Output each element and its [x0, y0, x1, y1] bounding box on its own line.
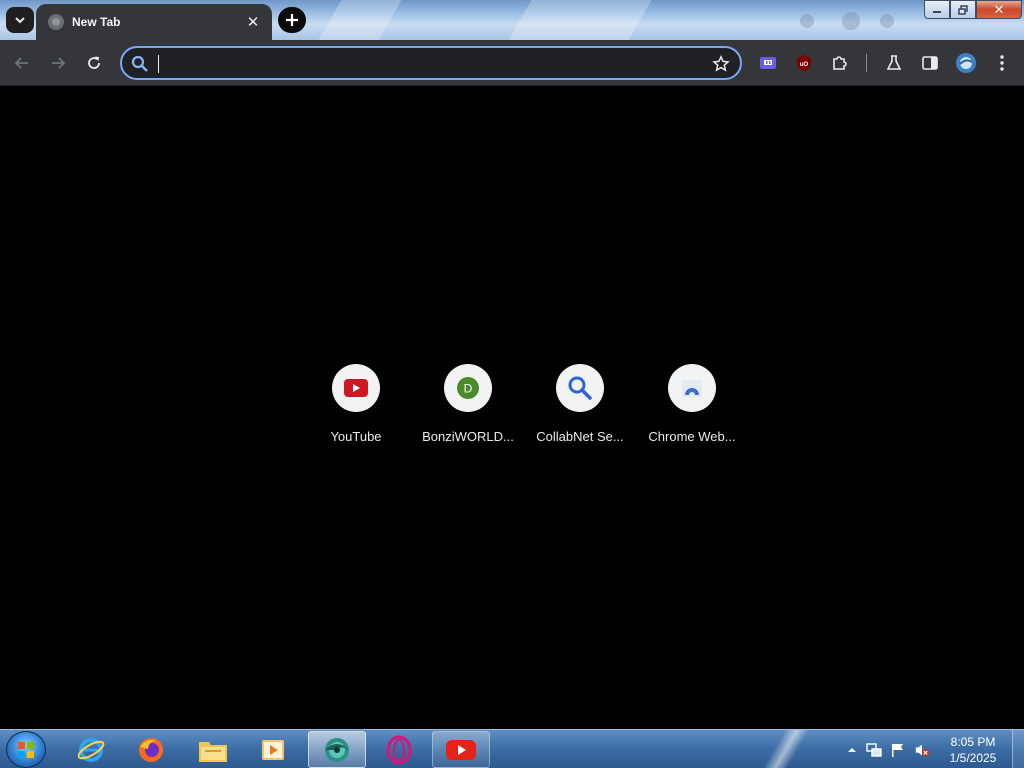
window-controls: ✕: [924, 0, 1022, 19]
profile-button[interactable]: [954, 51, 978, 75]
file-explorer-icon: [199, 741, 227, 762]
show-hidden-icons-button[interactable]: [844, 742, 860, 758]
extension-ublock-icon: uO: [797, 55, 811, 71]
tab-new-tab[interactable]: New Tab ✕: [36, 4, 272, 40]
speaker-muted-icon: [915, 744, 930, 757]
forward-button[interactable]: [44, 49, 72, 77]
labs-button[interactable]: [882, 51, 906, 75]
side-panel-icon: [922, 56, 938, 70]
side-panel-button[interactable]: [918, 51, 942, 75]
clock-time: 8:05 PM: [950, 735, 996, 749]
search-icon: [131, 55, 148, 72]
extensions-puzzle-icon: [833, 56, 847, 70]
opera-icon: [386, 735, 412, 764]
forward-arrow-icon: [52, 57, 66, 69]
shortcut-tile: D: [444, 364, 492, 412]
labs-flask-icon: [886, 55, 902, 70]
show-desktop-button[interactable]: [1012, 730, 1024, 768]
taskbar-file-explorer[interactable]: [184, 731, 242, 768]
profile-avatar-icon: [956, 53, 976, 73]
window-titlebar: New Tab ✕ ✕: [0, 0, 1024, 40]
bookmark-button[interactable]: [710, 53, 732, 75]
new-tab-page: YouTube D BonziWORLD... CollabNet Se... …: [0, 87, 1024, 729]
shortcut-tile: [332, 364, 380, 412]
globe-icon: [48, 14, 64, 30]
background-icon: [842, 12, 860, 30]
taskbar-chrome[interactable]: [308, 731, 366, 768]
aero-glass-streak: [318, 0, 402, 40]
back-arrow-icon: [14, 57, 28, 69]
shortcut-label: CollabNet Se...: [536, 429, 624, 444]
network-tray-button[interactable]: [866, 742, 882, 758]
shortcut-youtube[interactable]: YouTube: [300, 364, 412, 444]
extensions-button[interactable]: [828, 51, 852, 75]
taskbar-youtube[interactable]: [432, 731, 490, 768]
magnifier-icon: [568, 376, 592, 400]
restore-icon: [958, 4, 968, 15]
menu-dots-icon: [1000, 55, 1004, 71]
reload-button[interactable]: [80, 49, 108, 77]
shortcut-label: BonziWORLD...: [422, 429, 514, 444]
browser-toolbar: uO: [0, 40, 1024, 86]
volume-button[interactable]: [914, 742, 930, 758]
address-input[interactable]: [156, 52, 696, 76]
taskbar-glare: [760, 730, 820, 768]
background-icon: [880, 14, 894, 28]
letter-d-icon: D: [457, 377, 479, 399]
reload-icon: [88, 56, 100, 69]
chevron-up-icon: [848, 748, 856, 752]
shortcut-collabnet[interactable]: CollabNet Se...: [524, 364, 636, 444]
chrome-app-icon: [325, 737, 349, 762]
extension-twitch-button[interactable]: [756, 51, 780, 75]
extension-twitch-icon: [760, 57, 776, 69]
action-center-button[interactable]: [890, 742, 906, 758]
youtube-app-icon: [446, 739, 476, 760]
windows-taskbar: 8:05 PM 1/5/2025: [0, 729, 1024, 768]
minimize-icon: [933, 10, 941, 13]
address-bar[interactable]: [120, 46, 742, 80]
back-button[interactable]: [8, 49, 36, 77]
taskbar-opera[interactable]: [370, 731, 428, 768]
media-player-icon: [262, 739, 284, 760]
shortcut-chrome-web-store[interactable]: Chrome Web...: [636, 364, 748, 444]
svg-text:uO: uO: [800, 62, 809, 68]
shortcuts-grid: YouTube D BonziWORLD... CollabNet Se... …: [300, 364, 748, 444]
network-icon: [866, 743, 882, 757]
close-window-button[interactable]: ✕: [976, 0, 1022, 19]
text-caret: [158, 55, 159, 73]
minimize-button[interactable]: [924, 0, 950, 19]
bookmark-star-icon: [712, 55, 730, 72]
menu-button[interactable]: [990, 51, 1014, 75]
youtube-icon: [344, 379, 368, 397]
windows-logo-icon: [18, 741, 34, 758]
taskbar-media-player[interactable]: [244, 731, 302, 768]
start-button[interactable]: [6, 731, 46, 768]
extension-ublock-button[interactable]: uO: [792, 51, 816, 75]
firefox-icon: [139, 737, 163, 762]
plus-icon: [286, 14, 298, 26]
close-window-icon: ✕: [993, 1, 1005, 17]
toolbar-separator: [866, 54, 867, 72]
svg-text:D: D: [464, 382, 473, 396]
shortcut-tile: [668, 364, 716, 412]
tab-title: New Tab: [72, 15, 121, 29]
chevron-down-icon: [15, 17, 25, 24]
clock-date: 1/5/2025: [949, 751, 997, 765]
shortcut-bonziworld[interactable]: D BonziWORLD...: [412, 364, 524, 444]
restore-button[interactable]: [950, 0, 976, 19]
close-icon[interactable]: ✕: [244, 13, 262, 31]
background-icon: [800, 14, 814, 28]
flag-icon: [892, 744, 903, 757]
aero-glass-streak: [508, 0, 652, 40]
new-tab-button[interactable]: [278, 7, 306, 33]
internet-explorer-icon: [77, 737, 105, 762]
chrome-web-store-icon: [682, 380, 702, 398]
taskbar-internet-explorer[interactable]: [62, 731, 120, 768]
shortcut-label: Chrome Web...: [648, 429, 736, 444]
shortcut-tile: [556, 364, 604, 412]
shortcut-label: YouTube: [330, 429, 382, 444]
tab-search-button[interactable]: [6, 7, 34, 33]
taskbar-clock[interactable]: 8:05 PM 1/5/2025: [936, 734, 1010, 766]
taskbar-firefox[interactable]: [122, 731, 180, 768]
